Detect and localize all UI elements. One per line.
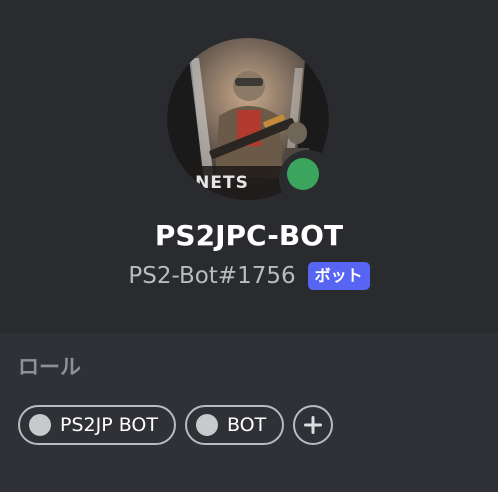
avatar-logo-text: ANETS <box>181 173 249 193</box>
role-label: BOT <box>226 414 267 436</box>
username: PS2JPC-BOT <box>154 219 344 252</box>
avatar-container[interactable]: ANETS <box>167 38 337 208</box>
roles-title: ロール <box>18 355 81 379</box>
roles-list: PS2JP BOT BOT <box>18 405 334 445</box>
add-role-button[interactable] <box>293 405 334 445</box>
online-status-icon <box>287 158 319 190</box>
roles-section: ロール PS2JP BOT BOT <box>0 333 498 492</box>
role-pill-ps2jp-bot[interactable]: PS2JP BOT <box>18 405 176 445</box>
bot-badge: ボット <box>307 262 370 290</box>
role-color-icon <box>29 414 51 436</box>
tag-row: PS2-Bot#1756 ボット <box>0 258 498 294</box>
role-pill-bot[interactable]: BOT <box>184 405 285 445</box>
role-label: PS2JP BOT <box>60 414 158 436</box>
user-tag: PS2-Bot#1756 <box>128 263 296 289</box>
plus-icon <box>304 416 323 434</box>
profile-header: ANETS PS2JPC-BOT PS2-Bot#1756 ボット <box>0 0 498 333</box>
role-color-icon <box>195 414 218 436</box>
